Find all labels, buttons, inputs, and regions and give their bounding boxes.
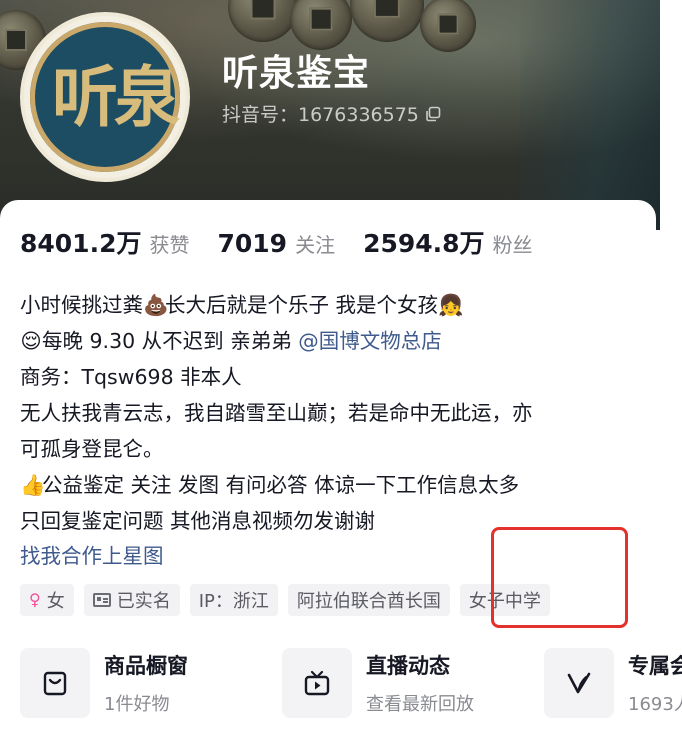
relieved-emoji-icon: 😌 — [20, 329, 42, 353]
feature-shop-window[interactable]: 商品橱窗 1件好物 — [20, 648, 256, 718]
feature-icon-box — [20, 648, 90, 718]
avatar-logo-glyph: 泉 — [114, 58, 180, 136]
stat-followers[interactable]: 2594.8万 粉丝 — [363, 224, 532, 260]
tag-label: 阿拉伯联合酋长国 — [296, 591, 441, 612]
profile-bio: 小时候挑过粪💩长大后就是个乐子 我是个女孩👧 😌每晚 9.30 从不迟到 亲弟弟… — [20, 287, 640, 539]
feature-title: 专属会 — [628, 654, 682, 678]
stat-label: 关注 — [295, 233, 336, 257]
collab-link[interactable]: 找我合作上星图 — [20, 539, 164, 569]
female-icon: ♀ — [29, 590, 41, 609]
feature-cards: 商品橱窗 1件好物 直播动态 查看最新回放 专属会 1693 — [20, 648, 682, 718]
feature-live[interactable]: 直播动态 查看最新回放 — [282, 648, 518, 718]
poop-emoji-icon: 💩 — [143, 293, 169, 317]
bio-line: 小时候挑过粪💩长大后就是个乐子 我是个女孩👧 — [20, 287, 640, 323]
bio-text: 小时候挑过粪 — [20, 293, 143, 317]
tag-label: 女 — [46, 591, 65, 612]
tag-gender: ♀ 女 — [20, 584, 74, 616]
coin-decoration — [290, 0, 352, 50]
profile-name: 听泉鉴宝 — [222, 53, 371, 94]
feature-text: 商品橱窗 1件好物 — [104, 650, 188, 716]
feature-subtitle: 查看最新回放 — [366, 694, 474, 715]
coin-decoration — [420, 0, 476, 52]
stats-row: 8401.2万 获赞 7019 关注 2594.8万 粉丝 — [20, 224, 561, 260]
tag-verified: 已实名 — [83, 584, 180, 616]
copy-icon[interactable] — [425, 106, 441, 122]
bio-line: 商务：Tqsw698 非本人 — [20, 365, 242, 389]
stat-label: 获赞 — [149, 233, 190, 257]
feature-text: 专属会 1693人 — [628, 650, 682, 716]
feature-text: 直播动态 查看最新回放 — [366, 650, 474, 716]
feature-title: 商品橱窗 — [104, 654, 188, 678]
coin-decoration — [228, 0, 298, 42]
highlight-annotation-box — [491, 527, 628, 628]
profile-tags: ♀ 女 已实名 IP：浙江 阿拉伯联合酋长国 女子中学 — [20, 584, 550, 616]
mention-link[interactable]: @国博文物总店 — [298, 329, 442, 353]
feature-membership[interactable]: 专属会 1693人 — [544, 648, 682, 718]
bio-line: 无人扶我青云志，我自踏雪至山巅；若是命中无此运，亦 — [20, 401, 533, 425]
feature-title: 直播动态 — [366, 654, 450, 678]
id-card-icon — [92, 593, 111, 607]
feature-subtitle: 1693人 — [628, 694, 682, 715]
v-badge-icon — [567, 672, 591, 694]
tag-region: 阿拉伯联合酋长国 — [287, 584, 450, 616]
avatar[interactable]: 听 泉 — [20, 12, 190, 182]
stat-value: 7019 — [217, 229, 288, 258]
stat-following[interactable]: 7019 关注 — [217, 229, 335, 258]
coin-decoration — [350, 0, 424, 42]
bio-line: 😌每晚 9.30 从不迟到 亲弟弟 @国博文物总店 — [20, 323, 640, 359]
bio-text: 公益鉴定 关注 发图 有问必答 体谅一下工作信息太多 — [42, 473, 520, 497]
bio-text: 每晚 9.30 从不迟到 亲弟弟 — [42, 329, 299, 353]
stat-value: 8401.2万 — [20, 229, 142, 258]
shopping-bag-icon — [43, 671, 67, 696]
douyin-id: 抖音号：1676336575 — [222, 104, 419, 126]
stat-value: 2594.8万 — [363, 229, 485, 258]
avatar-logo: 听 泉 — [30, 22, 180, 172]
tv-play-icon — [304, 670, 330, 696]
avatar-logo-glyph: 听 — [52, 58, 118, 136]
bio-line: 👍公益鉴定 关注 发图 有问必答 体谅一下工作信息太多 — [20, 467, 640, 503]
stat-label: 粉丝 — [492, 233, 533, 257]
profile-page: 听 泉 听泉鉴宝 抖音号：1676336575 8401.2万 获赞 7019 … — [0, 0, 682, 746]
tag-ip: IP：浙江 — [189, 584, 278, 616]
feature-subtitle: 1件好物 — [104, 694, 170, 715]
girl-emoji-icon: 👧 — [438, 293, 464, 317]
douyin-id-row[interactable]: 抖音号：1676336575 — [222, 100, 441, 127]
banner-stripe — [520, 0, 660, 230]
profile-card: 8401.2万 获赞 7019 关注 2594.8万 粉丝 小时候挑过粪💩长大后… — [0, 200, 682, 746]
thumbs-up-emoji-icon: 👍 — [20, 473, 46, 497]
feature-icon-box — [544, 648, 614, 718]
stat-likes[interactable]: 8401.2万 获赞 — [20, 224, 189, 260]
bio-line: 可孤身登昆仑。 — [20, 437, 164, 461]
tag-label: IP：浙江 — [198, 591, 269, 612]
feature-icon-box — [282, 648, 352, 718]
tag-label: 已实名 — [116, 591, 171, 612]
bio-text: 长大后就是个乐子 我是个女孩 — [165, 293, 439, 317]
